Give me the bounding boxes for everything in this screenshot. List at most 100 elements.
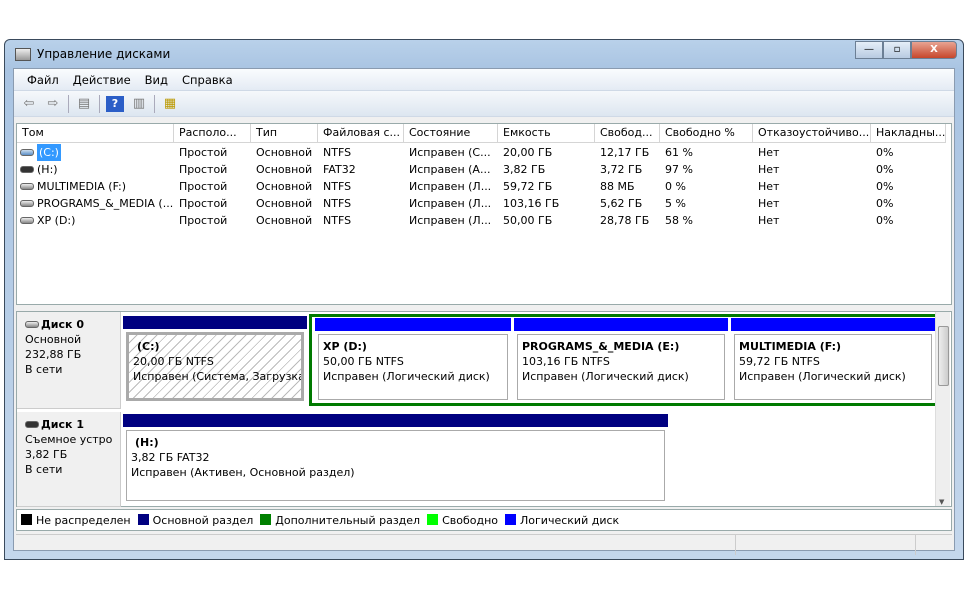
logical-drive-bar: [731, 318, 935, 331]
table-cell: Простой: [179, 146, 228, 159]
maximize-button[interactable]: ▫: [883, 41, 911, 59]
status-bar: [16, 534, 952, 555]
table-cell: Простой: [179, 214, 228, 227]
table-cell: NTFS: [323, 146, 352, 159]
table-cell: Нет: [758, 214, 780, 227]
table-cell: 58 %: [665, 214, 693, 227]
disk-status: В сети: [25, 363, 63, 376]
column-header[interactable]: Накладны...: [871, 124, 946, 143]
partition-size: 20,00 ГБ NTFS: [133, 355, 214, 368]
table-cell: 0%: [876, 163, 894, 176]
volume-name: MULTIMEDIA (F:): [37, 180, 127, 193]
table-cell: 0 %: [665, 180, 686, 193]
partition-h[interactable]: (H:) 3,82 ГБ FAT32 Исправен (Активен, Ос…: [123, 414, 668, 504]
legend-swatch: [427, 513, 439, 525]
volume-name: XP (D:): [37, 214, 76, 227]
partition-d[interactable]: XP (D:) 50,00 ГБ NTFS Исправен (Логическ…: [315, 318, 511, 403]
table-cell: Исправен (Л...: [409, 197, 492, 210]
column-header[interactable]: Свободно %: [660, 124, 753, 143]
toolbar-separator: [99, 94, 100, 113]
minimize-button[interactable]: —: [855, 41, 883, 59]
partition-name: XP (D:): [323, 340, 367, 353]
legend-item: Свободно: [427, 513, 499, 527]
table-row[interactable]: (H:) Простой Основной FAT32 Исправен (А... 3,…: [17, 161, 946, 178]
disk-1-label[interactable]: Диск 1 Съемное устройство 3,82 ГБ В сети: [17, 412, 121, 507]
removable-disk-icon: [25, 421, 39, 428]
volume-name: (H:): [37, 163, 58, 176]
table-row[interactable]: XP (D:) Простой Основной NTFS Исправен (Л...…: [17, 212, 946, 229]
table-cell: NTFS: [323, 197, 352, 210]
legend: Не распределен Основной раздел Дополнитель…: [16, 509, 952, 531]
table-cell: NTFS: [323, 180, 352, 193]
vertical-scrollbar[interactable]: ▼: [935, 312, 950, 506]
show-hide-console-tree-icon[interactable]: ▤: [75, 96, 93, 112]
partition-f[interactable]: MULTIMEDIA (F:) 59,72 ГБ NTFS Исправен (…: [731, 318, 935, 403]
partition-name: (C:): [137, 340, 160, 353]
help-icon[interactable]: ?: [106, 95, 124, 112]
volume-cell: PROGRAMS_&_MEDIA (...: [17, 195, 174, 212]
table-cell: Простой: [179, 197, 228, 210]
primary-partition-bar: [123, 316, 307, 329]
partition-name: (H:): [135, 436, 159, 449]
scroll-down-arrow-icon[interactable]: ▼: [939, 498, 944, 506]
disk-0-label[interactable]: Диск 0 Основной 232,88 ГБ В сети: [17, 312, 121, 409]
column-header[interactable]: Свобод...: [595, 124, 660, 143]
legend-swatch: [505, 513, 517, 525]
menu-file[interactable]: Файл: [20, 73, 66, 87]
column-header[interactable]: Тип: [251, 124, 318, 143]
column-header[interactable]: Состояние: [404, 124, 498, 143]
partition-size: 103,16 ГБ NTFS: [522, 355, 610, 368]
partition-status: Исправен (Логический диск): [323, 370, 490, 383]
column-header[interactable]: Емкость: [498, 124, 595, 143]
properties-icon[interactable]: ▦: [161, 96, 179, 112]
disk-graphical-view: Диск 0 Основной 232,88 ГБ В сети (C:) 20…: [16, 311, 952, 507]
forward-arrow-icon[interactable]: ⇨: [44, 96, 62, 112]
disk-management-icon: [15, 48, 31, 61]
table-cell: 3,82 ГБ: [503, 163, 546, 176]
table-row[interactable]: PROGRAMS_&_MEDIA (... Простой Основной NTFS…: [17, 195, 946, 212]
drive-icon: [20, 149, 34, 156]
table-cell: Простой: [179, 180, 228, 193]
partition-e[interactable]: PROGRAMS_&_MEDIA (E:) 103,16 ГБ NTFS Исп…: [514, 318, 728, 403]
disk-size: 232,88 ГБ: [25, 348, 82, 361]
legend-label: Свободно: [442, 513, 499, 527]
scrollbar-thumb[interactable]: [938, 326, 949, 386]
partition-status: Исправен (Система, Загрузка, Файл подкач…: [133, 370, 304, 383]
drive-icon: [20, 183, 34, 190]
table-cell: 28,78 ГБ: [600, 214, 650, 227]
column-header[interactable]: Файловая с...: [318, 124, 404, 143]
volume-list: Том Располо... Тип Файловая с... Состояние Ем…: [16, 123, 952, 305]
partition-c[interactable]: (C:) 20,00 ГБ NTFS Исправен (Система, За…: [123, 316, 307, 404]
show-hide-action-pane-icon[interactable]: ▥: [130, 96, 148, 112]
volume-cell: (C:): [17, 144, 174, 161]
table-cell: 97 %: [665, 163, 693, 176]
toolbar-separator: [154, 94, 155, 113]
partition-size: 50,00 ГБ NTFS: [323, 355, 404, 368]
column-header[interactable]: Располо...: [174, 124, 251, 143]
table-row[interactable]: (C:) Простой Основной NTFS Исправен (С... 20,…: [17, 144, 946, 161]
menu-help[interactable]: Справка: [175, 73, 240, 87]
menu-view[interactable]: Вид: [138, 73, 175, 87]
table-cell: Простой: [179, 163, 228, 176]
logical-drive-bar: [315, 318, 511, 331]
table-cell: Исправен (Л...: [409, 180, 492, 193]
table-cell: 59,72 ГБ: [503, 180, 553, 193]
column-header[interactable]: Том: [17, 124, 174, 143]
column-header[interactable]: Отказоустойчиво...: [753, 124, 871, 143]
partition-size: 59,72 ГБ NTFS: [739, 355, 820, 368]
table-cell: Нет: [758, 163, 780, 176]
volume-cell: (H:): [17, 161, 174, 178]
table-row[interactable]: MULTIMEDIA (F:) Простой Основной NTFS Исправ…: [17, 178, 946, 195]
table-header: Том Располо... Тип Файловая с... Состояние Ем…: [17, 124, 946, 143]
close-button[interactable]: X: [911, 41, 957, 59]
partition-name: PROGRAMS_&_MEDIA (E:): [522, 340, 680, 353]
legend-item: Не распределен: [21, 513, 131, 527]
table-cell: Нет: [758, 180, 780, 193]
disk-name: Диск 0: [41, 318, 84, 331]
back-arrow-icon[interactable]: ⇦: [20, 96, 38, 112]
partition-status: Исправен (Активен, Основной раздел): [131, 466, 355, 479]
drive-icon: [20, 166, 34, 173]
volume-name: (C:): [37, 144, 61, 161]
menu-action[interactable]: Действие: [66, 73, 138, 87]
table-cell: Исправен (Л...: [409, 214, 492, 227]
